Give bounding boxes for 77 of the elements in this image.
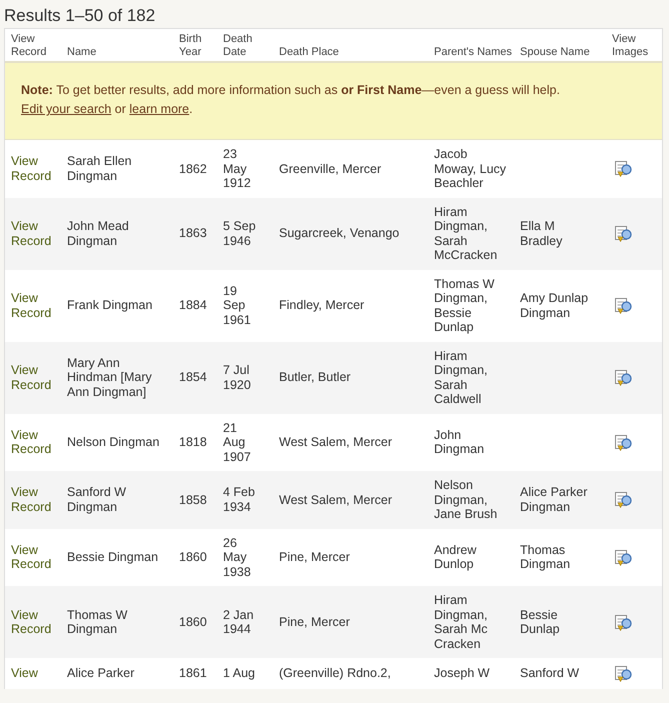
note-text: Note: To get better results, add more information such as or First Name—even a guess will help. Edit your search or learn more. [21,82,561,118]
name-cell-text: Sanford W Dingman [67,485,128,514]
parents-cell-text: Hiram Dingman, Sarah Mc Cracken [434,593,488,651]
document-magnifier-icon[interactable] [614,369,633,386]
parents-cell-text: Hiram Dingman, Sarah Caldwell [434,348,488,406]
spouse-cell-text: Thomas Dingman [520,542,572,572]
parents-cell-text: Joseph W [434,666,491,681]
birth-year-cell-text: 1854 [179,370,208,385]
document-magnifier-icon[interactable] [614,491,633,508]
death-place-cell-text: Sugarcreek, Venango [279,226,400,241]
name-cell-text: Nelson Dingman [67,435,160,450]
document-magnifier-icon[interactable] [614,160,633,178]
death-place-cell-text: Greenville, Mercer [279,162,382,176]
column-header: View Record [11,33,46,58]
parents-cell-text: Thomas W Dingman, Bessie Dunlap [434,276,496,334]
name-cell-text: Mary Ann Hindman [Mary Ann Dingman] [67,356,153,400]
death-date-cell-text: 1 Aug [223,666,256,681]
death-date-cell-text: 23 May 1912 [223,147,252,190]
death-place-cell-text: West Salem, Mercer [279,435,393,450]
view-record-link[interactable]: View Record [11,542,59,572]
parents-cell-text: Andrew Dunlop [434,542,478,572]
note-link[interactable]: learn more [129,102,190,116]
column-header: View Images [612,33,648,58]
document-magnifier-icon[interactable] [614,614,633,630]
name-cell-text: John Mead Dingman [67,219,130,248]
death-place-cell-text: Pine, Mercer [279,614,351,630]
death-place-cell-text: Butler, Butler [279,370,352,385]
parents-cell-text: Nelson Dingman, Jane Brush [434,478,498,522]
spouse-cell-text: Ella M Bradley [520,219,564,248]
parents-cell-text: Hiram Dingman, Sarah McCracken [434,204,498,262]
view-record-link[interactable]: View Record [11,291,59,320]
column-header: Birth Year [179,33,202,58]
column-header: Death Date [223,33,252,58]
birth-year-cell-text: 1858 [179,492,208,507]
column-header: Name [67,46,96,58]
death-place-cell-text: (Greenville) Rdno.2, [279,666,392,681]
spouse-cell-text: Sanford W [520,666,580,681]
view-record-link[interactable]: View Record [11,154,59,184]
view-record-link[interactable]: View [11,666,59,681]
document-magnifier-icon[interactable] [614,548,633,566]
view-record-link[interactable]: View Record [11,428,59,457]
note-link[interactable]: Edit your search [21,102,112,116]
document-magnifier-icon[interactable] [614,297,633,314]
death-date-cell-text: 21 Aug 1907 [223,420,252,464]
death-place-cell-text: Findley, Mercer [279,298,366,313]
birth-year-cell-text: 1860 [179,614,208,630]
death-date-cell-text: 7 Jul 1920 [223,363,252,392]
death-place-cell-text: West Salem, Mercer [279,492,393,507]
name-cell-text: Alice Parker [67,666,136,681]
spouse-cell-text: Amy Dunlap Dingman [520,291,590,320]
results-heading: Results 1–50 of 182 [4,5,156,27]
death-place-cell-text: Pine, Mercer [279,550,351,564]
document-magnifier-icon[interactable] [614,225,633,242]
birth-year-cell-text: 1862 [179,162,208,176]
document-magnifier-icon[interactable] [614,665,633,682]
death-date-cell-text: 26 May 1938 [223,536,252,579]
column-header: Death Place [279,46,339,58]
birth-year-cell-text: 1863 [179,226,208,241]
name-cell-text: Frank Dingman [67,298,154,313]
document-magnifier-icon[interactable] [614,434,633,451]
death-date-cell-text: 2 Jan 1944 [223,608,255,636]
birth-year-cell-text: 1861 [179,666,208,681]
parents-cell-text: John Dingman [434,428,486,457]
birth-year-cell-text: 1818 [179,435,208,450]
birth-year-cell-text: 1860 [179,550,208,564]
parents-cell-text: Jacob Moway, Lucy Beachler [434,147,508,190]
column-header: Spouse Name [520,46,590,58]
spouse-cell-text: Bessie Dunlap [520,608,561,636]
name-cell-text: Sarah Ellen Dingman [67,154,133,184]
name-cell-text: Bessie Dingman [67,550,160,564]
birth-year-cell-text: 1884 [179,298,208,313]
spouse-cell-text: Alice Parker Dingman [520,485,588,514]
death-date-cell-text: 4 Feb 1934 [223,485,256,514]
death-date-cell-text: 19 Sep 1961 [223,284,252,328]
name-cell-text: Thomas W Dingman [67,608,128,636]
death-date-cell-text: 5 Sep 1946 [223,219,257,248]
column-header: Parent's Names [434,46,512,58]
